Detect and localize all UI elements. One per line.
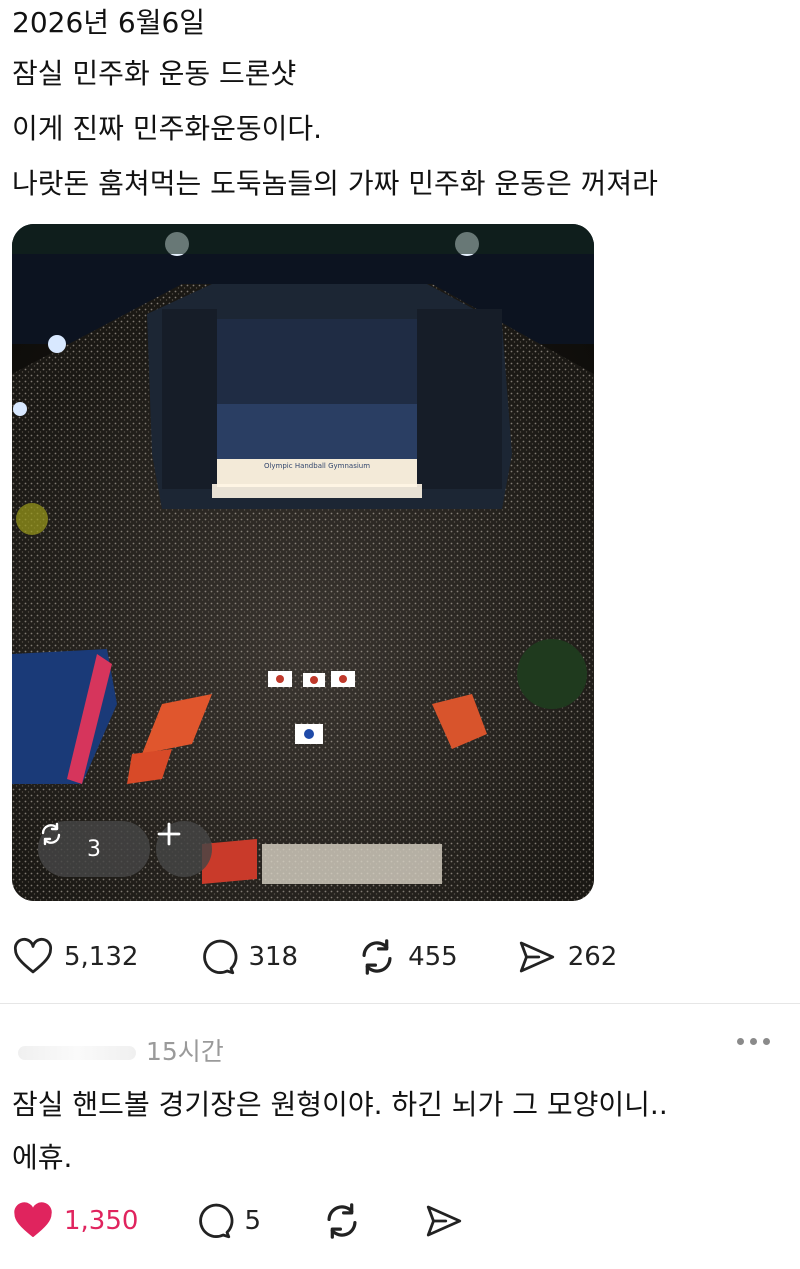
comment-reply-count: 5 [244, 1206, 261, 1236]
comment-actions: 1,350 5 [12, 1200, 523, 1242]
repost-count: 3 [87, 836, 101, 862]
comment-count: 318 [248, 942, 299, 972]
comment-line-1: 잠실 핸드볼 경기장은 원형이야. 하긴 뇌가 그 모양이니.. [12, 1088, 668, 1121]
share-icon [426, 1205, 462, 1237]
add-button[interactable] [156, 821, 212, 877]
comment-author-redacted[interactable] [18, 1046, 136, 1060]
repost-count: 455 [408, 942, 458, 972]
comment-share-button[interactable] [423, 1200, 465, 1242]
comment-line-2: 에휴. [12, 1141, 73, 1174]
comment-icon [203, 939, 238, 975]
comment-like-count: 1,350 [64, 1206, 139, 1236]
repost-count-chip[interactable]: 3 [38, 821, 150, 877]
plus-icon [157, 822, 181, 846]
share-count: 262 [567, 942, 618, 972]
heart-icon [13, 937, 53, 974]
repost-icon [41, 822, 61, 846]
divider [0, 1003, 800, 1004]
repost-icon [362, 939, 392, 975]
comment-text: 잠실 핸드볼 경기장은 원형이야. 하긴 뇌가 그 모양이니.. 에휴. [12, 1078, 788, 1184]
comment-timestamp: 15시간 [146, 1037, 224, 1066]
post-photo[interactable]: Olympic Handball Gymnasium 3 [12, 224, 594, 901]
drone-photo-illustration: Olympic Handball Gymnasium [12, 224, 594, 901]
post-line-date: 2026년 6월6일 [12, 6, 206, 39]
comment-like-button[interactable]: 1,350 [12, 1200, 138, 1242]
comment-reply-button[interactable]: 5 [192, 1200, 261, 1242]
heart-icon [14, 1202, 52, 1237]
share-button[interactable]: 262 [516, 936, 618, 978]
repost-icon [327, 1203, 357, 1239]
share-icon [519, 941, 554, 973]
like-button[interactable]: 5,132 [12, 936, 138, 978]
building-sign: Olympic Handball Gymnasium [264, 462, 370, 470]
post-line-body-2: 나랏돈 훔쳐먹는 도둑놈들의 가짜 민주화 운동은 꺼져라 [12, 167, 658, 200]
comment-repost-button[interactable] [321, 1200, 363, 1242]
comment-button[interactable]: 318 [196, 936, 298, 978]
more-icon[interactable] [737, 1038, 770, 1045]
comment-header: 15시간 [12, 1030, 788, 1070]
post-text: 2026년 6월6일 잠실 민주화 운동 드론샷 이게 진짜 민주화운동이다. … [12, 0, 788, 211]
like-count: 5,132 [64, 942, 139, 972]
post-line-body-1: 이게 진짜 민주화운동이다. [12, 112, 323, 145]
comment-icon [199, 1203, 234, 1239]
repost-button[interactable]: 455 [356, 936, 458, 978]
post-actions: 5,132 318 455 262 [12, 936, 675, 978]
post-line-title: 잠실 민주화 운동 드론샷 [12, 57, 297, 90]
